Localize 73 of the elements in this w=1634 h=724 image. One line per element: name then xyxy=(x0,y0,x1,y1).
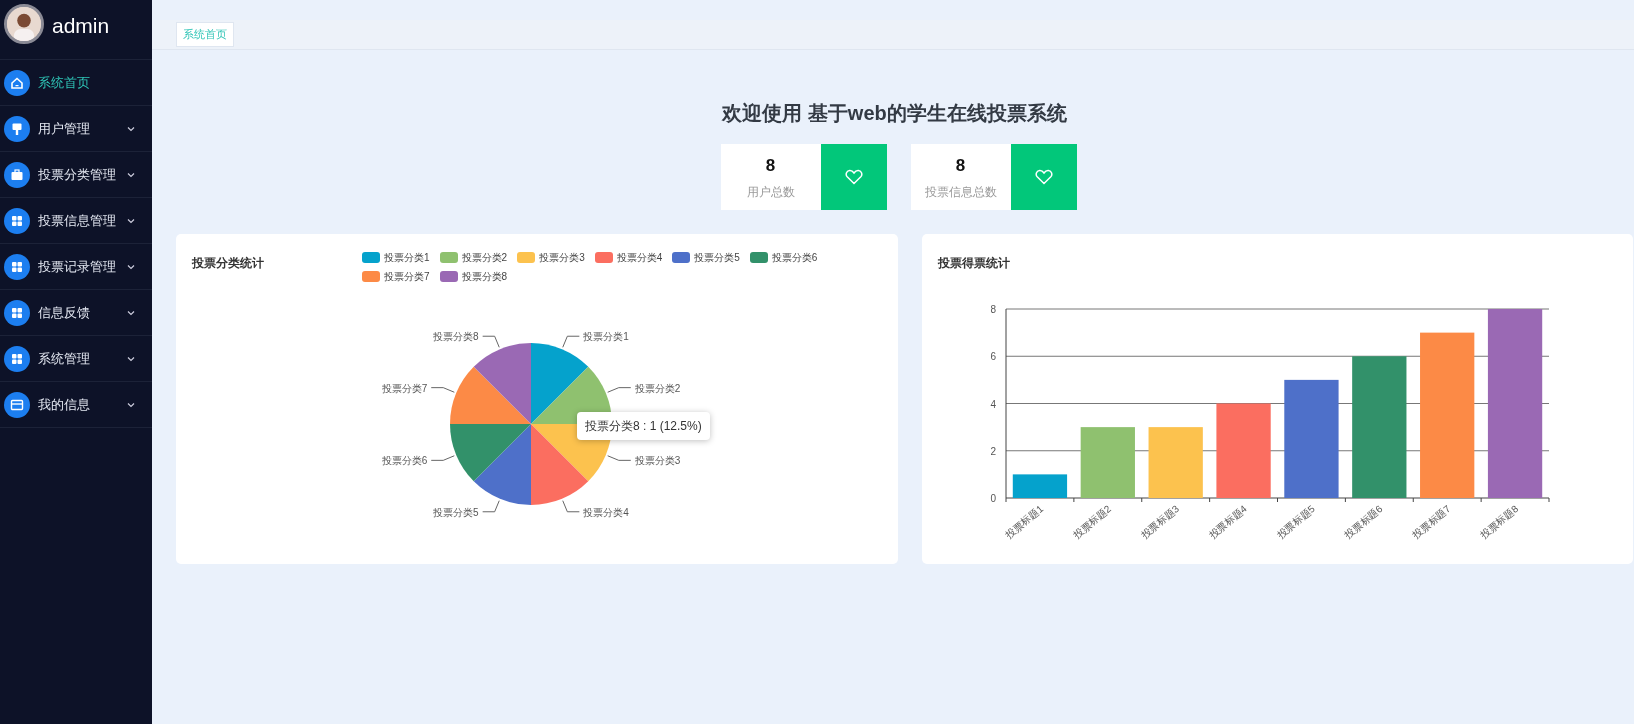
grid-icon xyxy=(4,253,30,280)
sidebar-item[interactable]: 投票记录管理 xyxy=(38,256,118,277)
sidebar-item[interactable]: 投票分类管理 xyxy=(38,164,118,185)
axis-tick-label: 4 xyxy=(990,398,996,410)
slice-label: 投票分类5 xyxy=(433,506,479,518)
welcome-title: 欢迎使用 基于web的学生在线投票系统 xyxy=(722,102,1067,124)
sidebar-item[interactable]: 系统管理 xyxy=(38,348,118,369)
axis-tick-label: 2 xyxy=(990,445,996,457)
leader-line xyxy=(562,335,580,348)
slice-label: 投票分类2 xyxy=(634,382,681,394)
leader-line xyxy=(482,335,500,348)
briefcase-icon xyxy=(4,161,30,188)
brush-icon xyxy=(4,115,30,142)
legend-item[interactable]: 投票分类8 xyxy=(439,269,508,284)
heart-icon xyxy=(844,169,863,185)
pie-slice[interactable] xyxy=(450,366,531,424)
pie-slice[interactable] xyxy=(473,424,531,505)
avatar xyxy=(4,3,44,44)
leader-line xyxy=(482,500,500,513)
heart-icon xyxy=(1034,169,1053,185)
axis-category-label: 投票标题7 xyxy=(1410,503,1453,541)
axis-category-label: 投票标题2 xyxy=(1071,503,1114,541)
user-name: admin xyxy=(52,12,110,39)
legend-item[interactable]: 投票分类6 xyxy=(749,250,818,265)
sidebar-item[interactable]: 用户管理 xyxy=(38,118,118,139)
slice-label: 投票分类1 xyxy=(583,331,629,343)
chart-title: 投票得票统计 xyxy=(938,256,1010,270)
legend-item[interactable]: 投票分类4 xyxy=(594,250,663,265)
legend-item[interactable]: 投票分类2 xyxy=(439,250,508,265)
tooltip: 投票分类8 : 1 (12.5%) xyxy=(577,412,710,440)
axis-category-label: 投票标题3 xyxy=(1139,503,1181,541)
grid-icon xyxy=(4,299,30,326)
axis-tick-label: 8 xyxy=(990,304,996,315)
stat-value: 8 xyxy=(955,155,966,178)
axis-category-label: 投票标题6 xyxy=(1342,503,1385,541)
card-icon xyxy=(4,391,30,418)
leader-line xyxy=(607,387,632,393)
leader-line xyxy=(562,500,580,513)
sidebar-item[interactable]: 投票信息管理 xyxy=(38,210,118,231)
pie-slice[interactable] xyxy=(473,343,531,424)
stat-value: 8 xyxy=(765,155,776,178)
slice-label: 投票分类7 xyxy=(381,382,428,394)
axis-category-label: 投票标题8 xyxy=(1478,503,1521,541)
sidebar-item[interactable]: 信息反馈 xyxy=(38,302,118,323)
slice-label: 投票分类8 xyxy=(433,331,479,343)
slice-label: 投票分类4 xyxy=(583,506,629,518)
bar[interactable] xyxy=(1420,332,1475,498)
stat-label: 投票信息总数 xyxy=(924,183,997,201)
sidebar-item[interactable]: 我的信息 xyxy=(38,394,118,415)
legend-item[interactable]: 投票分类1 xyxy=(362,250,430,265)
stat-label: 用户总数 xyxy=(746,183,795,201)
sidebar-item[interactable]: 系统首页 xyxy=(38,72,136,93)
slice-label: 投票分类6 xyxy=(381,455,428,467)
legend-item[interactable]: 投票分类5 xyxy=(672,250,740,265)
leader-line xyxy=(607,455,632,461)
legend-item[interactable]: 投票分类7 xyxy=(362,269,430,284)
grid-icon xyxy=(4,207,30,234)
axis-tick-label: 0 xyxy=(990,493,996,504)
legend-item[interactable]: 投票分类3 xyxy=(517,250,585,265)
leader-line xyxy=(430,387,455,393)
axis-category-label: 投票标题5 xyxy=(1274,503,1317,541)
axis-tick-label: 6 xyxy=(990,351,996,363)
chart-title: 投票分类统计 xyxy=(192,256,264,270)
axis-category-label: 投票标题1 xyxy=(1003,503,1046,541)
pie-slice[interactable] xyxy=(450,424,531,482)
axis-category-label: 投票标题4 xyxy=(1206,503,1249,541)
leader-line xyxy=(430,455,455,461)
bar[interactable] xyxy=(1284,379,1339,498)
bar[interactable] xyxy=(1012,474,1068,498)
bar[interactable] xyxy=(1487,309,1543,498)
grid-icon xyxy=(4,345,30,372)
house-icon xyxy=(4,69,30,96)
slice-label: 投票分类3 xyxy=(634,455,681,467)
